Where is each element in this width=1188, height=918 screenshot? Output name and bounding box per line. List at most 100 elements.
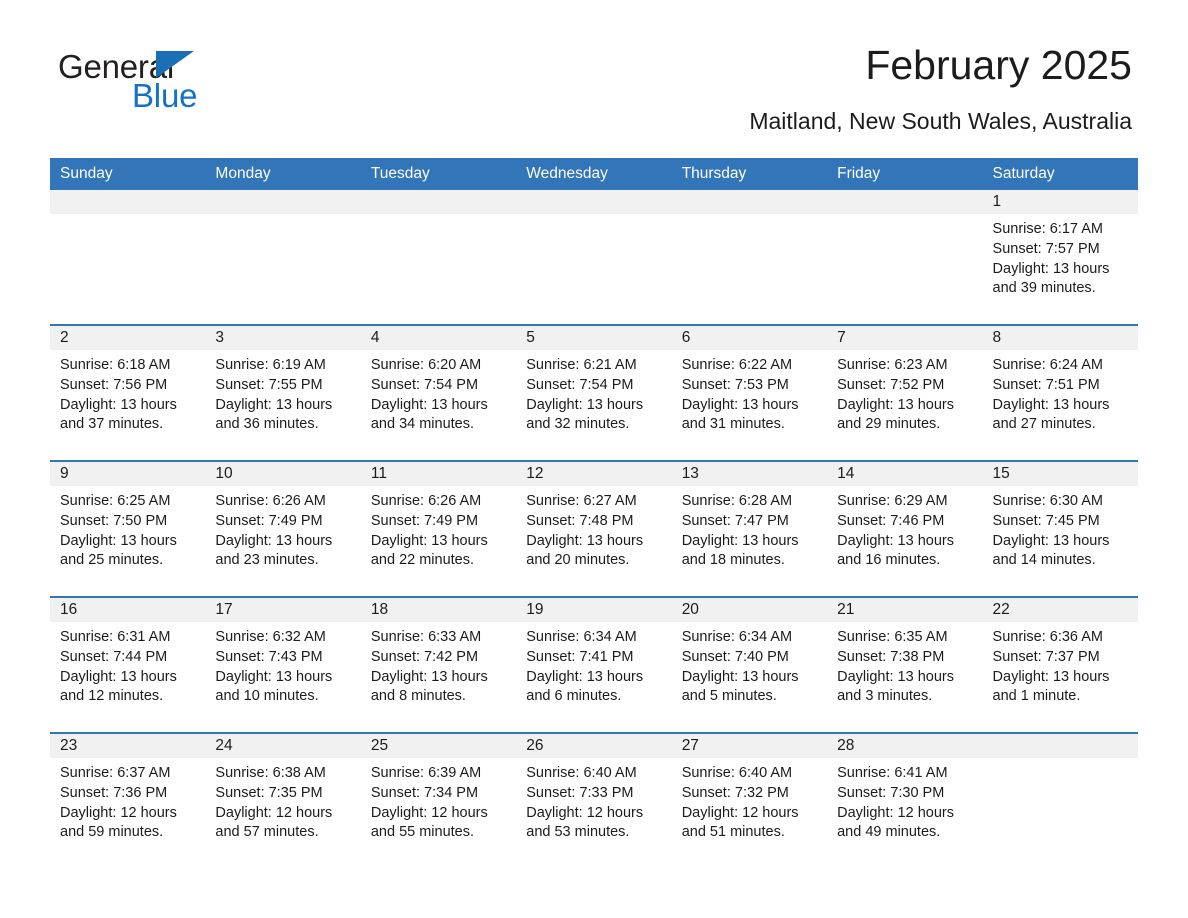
calendar-day-cell[interactable]: 2 Sunrise: 6:18 AM Sunset: 7:56 PM Daylight… <box>50 324 206 448</box>
general-blue-logo[interactable]: General Blue <box>58 48 318 118</box>
sunset-text: Sunset: 7:49 PM <box>215 512 323 529</box>
calendar-grid: Sunday Monday Tuesday Wednesday Thursday… <box>50 158 1138 840</box>
calendar-day-cell[interactable]: 10 Sunrise: 6:26 AM Sunset: 7:49 PM Dayligh… <box>205 460 361 584</box>
day-cell-inner: 2 Sunrise: 6:18 AM Sunset: 7:56 PM Daylight… <box>50 326 206 448</box>
sunrise-text: Sunrise: 6:41 AM <box>837 765 948 781</box>
sunrise-text: Sunrise: 6:33 AM <box>370 629 482 645</box>
daylight-text: Daylight: 12 hours and 53 minutes. <box>526 804 644 841</box>
calendar-day-cell[interactable]: 8 Sunrise: 6:24 AM Sunset: 7:51 PM Daylight… <box>982 324 1138 448</box>
day-details: Sunrise: 6:26 AM Sunset: 7:49 PM Daylight:… <box>361 486 516 571</box>
calendar-day-cell[interactable]: 13 Sunrise: 6:28 AM Sunset: 7:47 PM Dayligh… <box>671 460 828 584</box>
day-number: 19 <box>516 598 672 622</box>
day-number: 6 <box>671 326 828 350</box>
calendar-day-cell-empty <box>516 190 672 312</box>
day-details: Sunrise: 6:40 AM Sunset: 7:32 PM Daylight:… <box>672 758 827 843</box>
daylight-text: Daylight: 13 hours and 12 minutes. <box>60 668 177 705</box>
calendar-day-cell-empty <box>360 190 517 312</box>
logo-text-blue: Blue <box>132 77 198 114</box>
weekday-header-wednesday: Wednesday <box>516 158 672 190</box>
calendar-day-cell-empty <box>50 190 206 312</box>
day-cell-inner: 15 Sunrise: 6:30 AM Sunset: 7:45 PM Dayligh… <box>982 462 1138 584</box>
calendar-day-cell[interactable]: 17 Sunrise: 6:32 AM Sunset: 7:43 PM Dayligh… <box>205 596 361 720</box>
calendar-day-cell[interactable]: 23 Sunrise: 6:37 AM Sunset: 7:36 PM Dayligh… <box>50 732 206 840</box>
day-cell-inner: 25 Sunrise: 6:39 AM Sunset: 7:34 PM Dayligh… <box>360 734 517 840</box>
day-number: 16 <box>50 598 206 622</box>
day-number: 1 <box>982 190 1138 214</box>
sunrise-text: Sunrise: 6:25 AM <box>60 493 171 509</box>
calendar-day-cell-empty <box>205 190 361 312</box>
sunset-text: Sunset: 7:38 PM <box>837 648 945 665</box>
week-spacer <box>50 584 1138 597</box>
calendar-day-cell[interactable]: 18 Sunrise: 6:33 AM Sunset: 7:42 PM Dayligh… <box>360 596 517 720</box>
sunrise-text: Sunrise: 6:37 AM <box>60 765 171 781</box>
calendar-day-cell[interactable]: 6 Sunrise: 6:22 AM Sunset: 7:53 PM Daylight… <box>671 324 828 448</box>
calendar-day-cell[interactable]: 7 Sunrise: 6:23 AM Sunset: 7:52 PM Daylight… <box>827 324 983 448</box>
sunrise-text: Sunrise: 6:38 AM <box>215 765 326 781</box>
day-details: Sunrise: 6:28 AM Sunset: 7:47 PM Daylight:… <box>672 486 827 571</box>
daylight-text: Daylight: 13 hours and 3 minutes. <box>837 668 954 705</box>
day-cell-inner <box>982 734 1138 836</box>
day-number <box>516 190 672 214</box>
sunset-text: Sunset: 7:37 PM <box>992 648 1100 665</box>
day-cell-inner: 10 Sunrise: 6:26 AM Sunset: 7:49 PM Dayligh… <box>205 462 361 584</box>
calendar-day-cell[interactable]: 16 Sunrise: 6:31 AM Sunset: 7:44 PM Dayligh… <box>50 596 206 720</box>
calendar-day-cell[interactable]: 14 Sunrise: 6:29 AM Sunset: 7:46 PM Dayligh… <box>827 460 983 584</box>
sunset-text: Sunset: 7:51 PM <box>992 376 1100 393</box>
calendar-day-cell-empty <box>671 190 828 312</box>
daylight-text: Daylight: 13 hours and 1 minute. <box>992 668 1110 705</box>
day-number: 2 <box>50 326 206 350</box>
day-number: 15 <box>982 462 1138 486</box>
calendar-day-cell[interactable]: 21 Sunrise: 6:35 AM Sunset: 7:38 PM Dayligh… <box>827 596 983 720</box>
calendar-day-cell[interactable]: 5 Sunrise: 6:21 AM Sunset: 7:54 PM Daylight… <box>516 324 672 448</box>
day-cell-inner: 5 Sunrise: 6:21 AM Sunset: 7:54 PM Daylight… <box>516 326 672 448</box>
calendar-day-cell[interactable]: 9 Sunrise: 6:25 AM Sunset: 7:50 PM Daylight… <box>50 460 206 584</box>
daylight-text: Daylight: 13 hours and 5 minutes. <box>681 668 799 705</box>
calendar-day-cell[interactable]: 15 Sunrise: 6:30 AM Sunset: 7:45 PM Dayligh… <box>982 460 1138 584</box>
page-subtitle: Maitland, New South Wales, Australia <box>749 108 1132 134</box>
day-number: 20 <box>671 598 828 622</box>
sunset-text: Sunset: 7:41 PM <box>526 648 634 665</box>
calendar-day-cell[interactable]: 4 Sunrise: 6:20 AM Sunset: 7:54 PM Daylight… <box>360 324 517 448</box>
calendar-day-cell[interactable]: 27 Sunrise: 6:40 AM Sunset: 7:32 PM Dayligh… <box>671 732 828 840</box>
calendar-day-cell[interactable]: 12 Sunrise: 6:27 AM Sunset: 7:48 PM Dayligh… <box>516 460 672 584</box>
day-cell-inner: 9 Sunrise: 6:25 AM Sunset: 7:50 PM Daylight… <box>50 462 206 584</box>
calendar-day-cell[interactable]: 20 Sunrise: 6:34 AM Sunset: 7:40 PM Dayligh… <box>671 596 828 720</box>
calendar-day-cell[interactable]: 22 Sunrise: 6:36 AM Sunset: 7:37 PM Dayligh… <box>982 596 1138 720</box>
sunrise-text: Sunrise: 6:26 AM <box>370 493 482 509</box>
day-cell-inner: 23 Sunrise: 6:37 AM Sunset: 7:36 PM Dayligh… <box>50 734 206 840</box>
day-cell-inner: 14 Sunrise: 6:29 AM Sunset: 7:46 PM Dayligh… <box>827 462 983 584</box>
sunset-text: Sunset: 7:57 PM <box>992 240 1100 257</box>
daylight-text: Daylight: 13 hours and 22 minutes. <box>370 532 488 569</box>
calendar-day-cell[interactable]: 25 Sunrise: 6:39 AM Sunset: 7:34 PM Dayligh… <box>360 732 517 840</box>
calendar-day-cell[interactable]: 24 Sunrise: 6:38 AM Sunset: 7:35 PM Dayligh… <box>205 732 361 840</box>
sunset-text: Sunset: 7:33 PM <box>526 784 634 801</box>
day-details: Sunrise: 6:38 AM Sunset: 7:35 PM Daylight:… <box>205 758 360 843</box>
calendar-day-cell[interactable]: 11 Sunrise: 6:26 AM Sunset: 7:49 PM Dayligh… <box>360 460 517 584</box>
calendar-week-row: 23 Sunrise: 6:37 AM Sunset: 7:36 PM Dayligh… <box>50 732 1138 840</box>
day-number: 28 <box>827 734 983 758</box>
calendar-day-cell[interactable]: 28 Sunrise: 6:41 AM Sunset: 7:30 PM Dayligh… <box>827 732 983 840</box>
day-number: 3 <box>205 326 361 350</box>
daylight-text: Daylight: 13 hours and 27 minutes. <box>992 396 1110 433</box>
sunset-text: Sunset: 7:54 PM <box>526 376 634 393</box>
day-cell-inner <box>516 190 672 312</box>
weekday-header-friday: Friday <box>827 158 983 190</box>
day-number <box>50 190 206 214</box>
sunset-text: Sunset: 7:47 PM <box>681 512 789 529</box>
calendar-day-cell[interactable]: 3 Sunrise: 6:19 AM Sunset: 7:55 PM Daylight… <box>205 324 361 448</box>
calendar-day-cell[interactable]: 19 Sunrise: 6:34 AM Sunset: 7:41 PM Dayligh… <box>516 596 672 720</box>
day-details: Sunrise: 6:34 AM Sunset: 7:41 PM Daylight:… <box>516 622 671 707</box>
calendar-day-cell-empty <box>827 190 983 312</box>
daylight-text: Daylight: 13 hours and 14 minutes. <box>992 532 1110 569</box>
sunrise-text: Sunrise: 6:29 AM <box>837 493 948 509</box>
day-cell-inner: 6 Sunrise: 6:22 AM Sunset: 7:53 PM Daylight… <box>671 326 828 448</box>
sunrise-text: Sunrise: 6:23 AM <box>837 357 948 373</box>
calendar-day-cell[interactable]: 26 Sunrise: 6:40 AM Sunset: 7:33 PM Dayligh… <box>516 732 672 840</box>
calendar-day-cell[interactable]: 1 Sunrise: 6:17 AM Sunset: 7:57 PM Daylight… <box>982 190 1138 312</box>
sunset-text: Sunset: 7:35 PM <box>215 784 323 801</box>
daylight-text: Daylight: 13 hours and 6 minutes. <box>526 668 644 705</box>
day-details: Sunrise: 6:17 AM Sunset: 7:57 PM Daylight:… <box>983 214 1138 299</box>
sunset-text: Sunset: 7:30 PM <box>837 784 945 801</box>
day-cell-inner <box>827 190 983 312</box>
sunrise-text: Sunrise: 6:21 AM <box>526 357 637 373</box>
